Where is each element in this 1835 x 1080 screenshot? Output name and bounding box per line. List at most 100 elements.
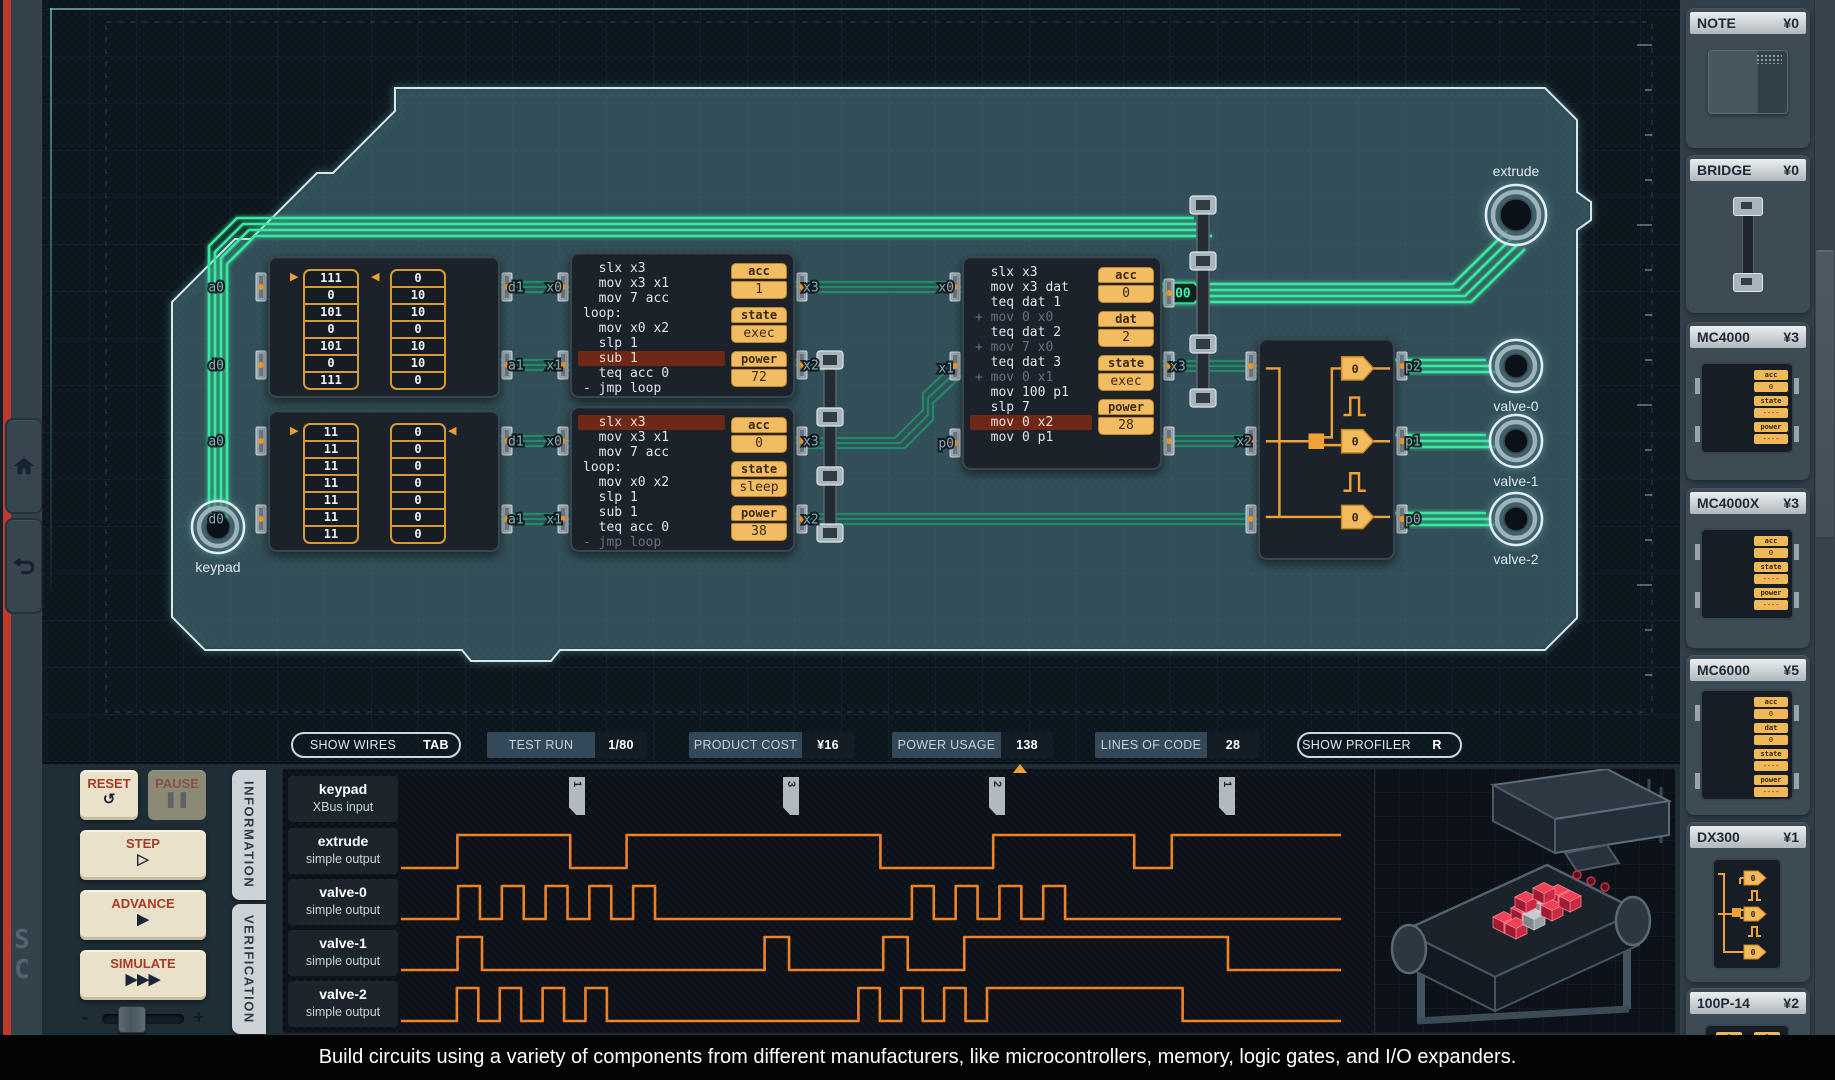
home-button[interactable] [5, 418, 43, 514]
register-label: state [1098, 355, 1154, 371]
rom-cell[interactable]: 10 [392, 286, 444, 303]
rom-cell[interactable]: 0 [392, 320, 444, 337]
part-card-mc4000x[interactable]: MC4000X¥3acc0state----power---- [1686, 488, 1810, 648]
rom-cell[interactable]: 0 [392, 525, 444, 542]
mini-register-value: 0 [1754, 709, 1788, 719]
part-card-mc4000[interactable]: MC4000¥3acc0state----power---- [1686, 322, 1810, 480]
output-value: 0 [1352, 435, 1359, 449]
chip-dx300[interactable]: 0 0 0 [1258, 338, 1395, 560]
rom-cell[interactable]: 101 [305, 303, 357, 320]
rom-cell[interactable]: 11 [305, 508, 357, 525]
status-show-profiler[interactable]: SHOW PROFILERR [1297, 732, 1462, 758]
part-card-mc6000[interactable]: MC6000¥5acc0dat0state----power---- [1686, 655, 1810, 815]
tab-information[interactable]: INFORMATION [232, 770, 266, 900]
output-value: 0 [1352, 510, 1359, 524]
slider-knob[interactable] [118, 1006, 146, 1033]
sidebar-scrollbar[interactable] [1814, 0, 1835, 1080]
rom-cell[interactable]: 0 [392, 508, 444, 525]
part-price: ¥5 [1783, 662, 1799, 678]
status-lines-of-code: LINES OF CODE28 [1095, 732, 1259, 758]
status-label: POWER USAGE [892, 732, 1001, 758]
chip-mc4000-a[interactable]: slx x3 mov x3 x1 mov 7 accloop: mov x0 x… [570, 252, 795, 398]
rom-cell[interactable]: 11 [305, 425, 357, 440]
rom-cursor-icon: ▶ [290, 269, 298, 286]
wire-label: x1 [546, 513, 562, 528]
part-card-dx300[interactable]: DX300¥1000 [1686, 822, 1810, 982]
status-label: TEST RUN [487, 732, 595, 758]
simulate-label: SIMULATE [80, 956, 206, 971]
slider-minus-label[interactable]: - [82, 1007, 88, 1028]
output-value: 0 [1352, 362, 1359, 376]
app-window: S C 100keypadextrudevalve-0valve-1valve-… [0, 0, 1835, 1080]
status-value: 1/80 [595, 732, 647, 758]
part-card-header: MC4000¥3 [1690, 326, 1806, 348]
status-label: SHOW PROFILER [1299, 734, 1414, 756]
rom-cell[interactable]: 11 [305, 474, 357, 491]
undo-button[interactable] [5, 518, 43, 614]
status-show-wires[interactable]: SHOW WIRESTAB [291, 732, 461, 758]
rom-cell[interactable]: 0 [305, 286, 357, 303]
rom-cell[interactable]: 11 [305, 457, 357, 474]
register-label: power [731, 505, 787, 521]
rom-cell[interactable]: 11 [305, 525, 357, 542]
tab-verification[interactable]: VERIFICATION [232, 904, 266, 1034]
rom-cell[interactable]: 10 [392, 354, 444, 371]
wire-label: d1 [508, 435, 524, 450]
terminal-valve-1: valve-1 [1490, 415, 1542, 489]
port-pin [256, 273, 266, 301]
part-preview: acc0state----power---- [1686, 350, 1810, 480]
rom-cell[interactable]: 111 [305, 371, 357, 388]
svg-text:0: 0 [1751, 948, 1756, 957]
undo-icon [11, 554, 37, 578]
chip-mc4000-b[interactable]: slx x3 mov x3 x1 mov 7 accloop: mov x0 x… [570, 406, 795, 552]
mini-register-label: state [1754, 749, 1788, 759]
speed-slider[interactable]: - + [80, 1006, 206, 1032]
rom-cell[interactable]: 0 [392, 491, 444, 508]
rom-cell[interactable]: 101 [305, 337, 357, 354]
code-line: slx x3 [578, 261, 725, 276]
simulate-button[interactable]: SIMULATE ▶▶▶ [80, 950, 206, 1000]
rom-cell[interactable]: 0 [305, 320, 357, 337]
rom-cell[interactable]: 0 [392, 474, 444, 491]
pause-icon: ❚❚ [148, 792, 206, 807]
rom-cell[interactable]: 11 [305, 491, 357, 508]
mini-pin [1695, 426, 1700, 442]
rom-cell[interactable]: 0 [392, 457, 444, 474]
code-line: mov x0 x2 [578, 321, 725, 336]
rom-chip-1[interactable]: 11101010101011101010010100▶◀ [268, 256, 500, 398]
code-line: sub 1 [578, 505, 725, 520]
rom-chip-2[interactable]: 111111111111110000000▶◀ [268, 410, 500, 552]
rom-cell[interactable]: 0 [392, 371, 444, 388]
advance-button[interactable]: ADVANCE ▶ [80, 890, 206, 940]
terminal-label: keypad [195, 559, 240, 575]
scrollbar-handle[interactable] [1816, 250, 1834, 539]
bridge-cap-inner [1741, 278, 1752, 285]
status-label: PRODUCT COST [689, 732, 802, 758]
slider-plus-label[interactable]: + [193, 1007, 204, 1028]
part-card-header: BRIDGE¥0 [1690, 159, 1806, 181]
rom-cell[interactable]: 11 [305, 440, 357, 457]
tab-information-label: INFORMATION [242, 781, 257, 888]
register-label: state [731, 461, 787, 477]
part-card-note[interactable]: NOTE¥0 [1686, 8, 1810, 148]
code-line: teq acc 0 [578, 520, 725, 535]
pause-button[interactable]: PAUSE ❚❚ [148, 770, 206, 820]
status-test-run[interactable]: TEST RUN1/80 [487, 732, 647, 758]
mini-register-label: acc [1754, 697, 1788, 707]
signal-type: simple output [288, 1004, 398, 1021]
rom-cell[interactable]: 10 [392, 303, 444, 320]
step-button[interactable]: STEP ▷ [80, 830, 206, 880]
circuit-canvas[interactable]: 100keypadextrudevalve-0valve-1valve-2d1x… [42, 0, 1680, 762]
wire-label: x2 [803, 513, 819, 528]
rom-cell[interactable]: 10 [392, 337, 444, 354]
part-card-bridge[interactable]: BRIDGE¥0 [1686, 155, 1810, 313]
reset-button[interactable]: RESET ↺ [80, 770, 138, 820]
rom-cell[interactable]: 111 [305, 271, 357, 286]
rom-cell[interactable]: 0 [305, 354, 357, 371]
wire-label: x3 [803, 435, 819, 450]
rom-cell[interactable]: 0 [392, 271, 444, 286]
chip-mc6000[interactable]: slx x3 mov x3 dat teq dat 1+ mov 0 x0 te… [962, 256, 1162, 470]
rom-cell[interactable]: 0 [392, 440, 444, 457]
rom-cell[interactable]: 0 [392, 425, 444, 440]
mini-pin [1794, 773, 1799, 789]
